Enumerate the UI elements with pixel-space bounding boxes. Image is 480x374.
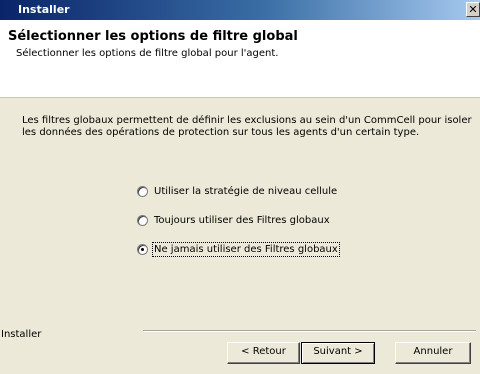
option-label[interactable]: Utiliser la stratégie de niveau cellule [154, 186, 337, 197]
header-panel: Sélectionner les options de filtre globa… [0, 20, 480, 72]
option-cell-policy[interactable]: Utiliser la stratégie de niveau cellule [137, 184, 337, 198]
option-label[interactable]: Ne jamais utiliser des Filtres globaux [152, 241, 340, 257]
content-panel: Les filtres globaux permettent de défini… [0, 97, 480, 374]
cancel-button[interactable]: Annuler [395, 342, 471, 364]
option-label[interactable]: Toujours utiliser des Filtres globaux [154, 215, 330, 226]
next-button[interactable]: Suivant > [301, 342, 375, 364]
back-button[interactable]: < Retour [227, 342, 300, 364]
page-title: Sélectionner les options de filtre globa… [8, 29, 298, 44]
page-subtitle: Sélectionner les options de filtre globa… [16, 48, 279, 59]
option-always-global-filters[interactable]: Toujours utiliser des Filtres globaux [137, 213, 330, 227]
description-text: Les filtres globaux permettent de défini… [22, 115, 472, 138]
footer-installer-label: Installer [1, 329, 42, 340]
window-title: Installer [18, 3, 70, 16]
close-button[interactable]: ✕ [466, 2, 480, 17]
radio-button-selected[interactable] [137, 243, 148, 255]
option-never-global-filters[interactable]: Ne jamais utiliser des Filtres globaux [137, 241, 340, 257]
radio-button[interactable] [137, 214, 148, 226]
radio-button[interactable] [137, 185, 148, 197]
footer-divider [143, 330, 476, 332]
title-bar: Installer ✕ [0, 0, 480, 20]
